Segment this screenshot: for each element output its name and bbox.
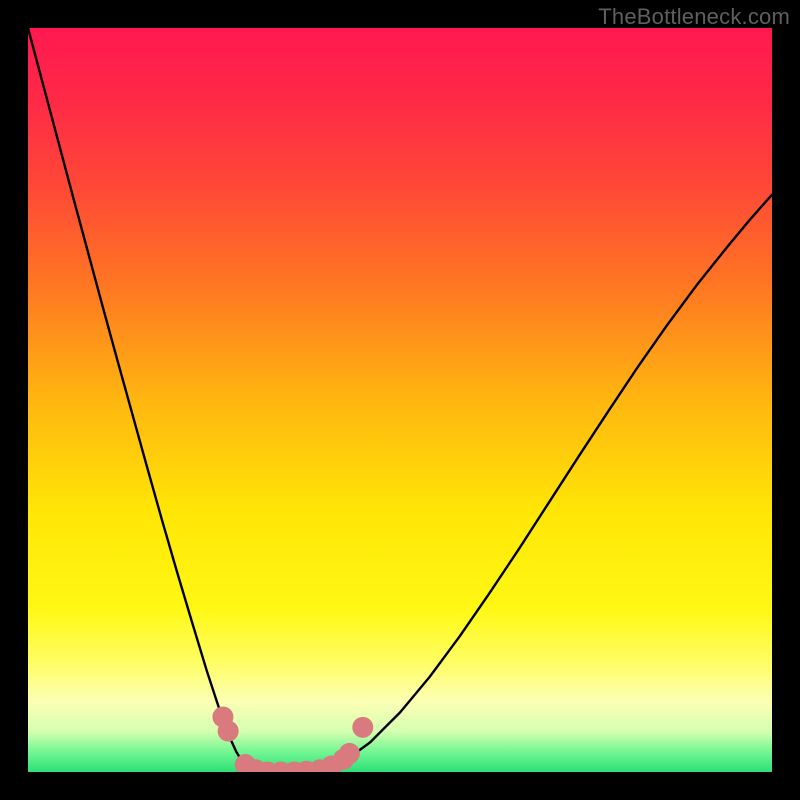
chart-frame: TheBottleneck.com: [0, 0, 800, 800]
gradient-background: [28, 28, 772, 772]
marker-point: [352, 717, 373, 738]
attribution-label: TheBottleneck.com: [598, 4, 790, 30]
marker-point: [339, 743, 360, 764]
bottleneck-chart: [28, 28, 772, 772]
marker-point: [218, 721, 239, 742]
